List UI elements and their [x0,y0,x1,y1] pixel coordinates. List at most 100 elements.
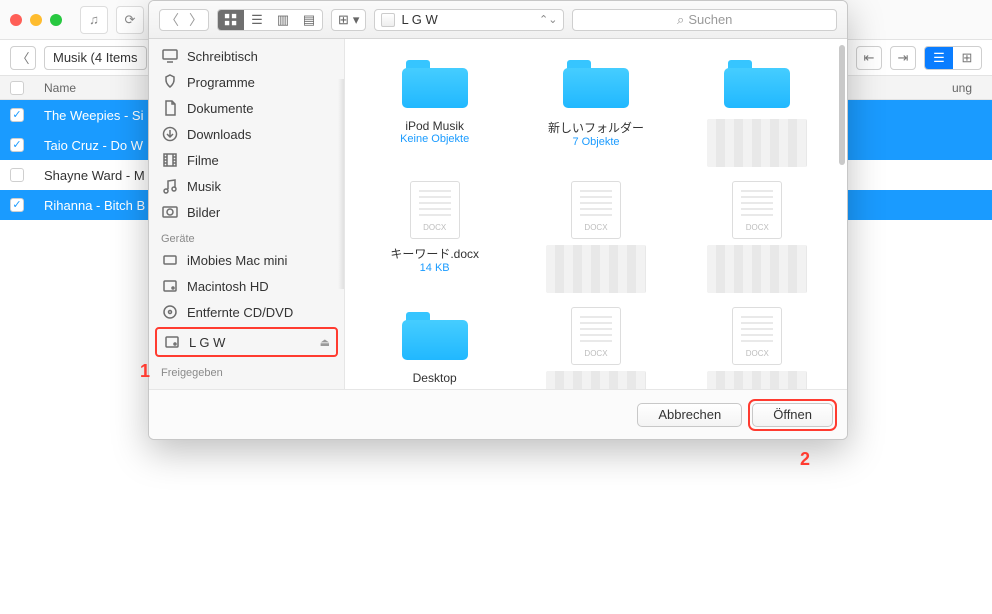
file-meta: 14 KB [365,262,505,274]
chevron-up-down-icon: ⌃⌄ [539,13,557,26]
file-item[interactable] [687,181,827,293]
breadcrumb-label: Musik (4 Items [53,50,138,65]
blurred-label [707,119,807,167]
blurred-label [546,371,646,389]
window-controls[interactable] [10,14,62,26]
file-item[interactable]: 新しいフォルダー7 Objekte [526,55,666,167]
path-dropdown[interactable]: L G W ⌃⌄ [374,9,564,31]
file-meta: Keine Objekte [365,133,505,145]
sidebar-item-label: Downloads [187,127,251,142]
eject-icon[interactable]: ⏏ [320,336,330,349]
annotation-2: 2 [800,450,810,468]
chevron-down-icon: ▾ [353,12,360,28]
icon-view-icon[interactable] [218,10,244,30]
dialog-footer: Abbrechen Öffnen [149,389,847,439]
view-mode-segment[interactable]: ☰ ⊞ [924,46,982,70]
path-label: L G W [401,12,437,27]
cancel-button[interactable]: Abbrechen [637,403,742,427]
scrollbar[interactable] [839,45,845,165]
row-checkbox[interactable] [10,198,24,212]
export-icon[interactable]: ⇥ [890,46,916,70]
search-icon: ⌕ [677,12,684,28]
sidebar-item-cd[interactable]: Entfernte CD/DVD [149,299,344,325]
file-item[interactable]: キーワード.docx14 KB [365,181,505,293]
docs-icon [161,99,179,117]
nav-back-icon[interactable]: 〈 [160,10,184,30]
sidebar-item-selected-device[interactable]: L G W⏏ [155,327,338,357]
header-checkbox[interactable] [0,81,34,95]
document-icon [571,307,621,365]
dialog-toolbar: 〈 〉 ☰ ▥ ▤ ⊞▾ L G W ⌃⌄ ⌕ Suchen [149,1,847,39]
document-icon [571,181,621,239]
sidebar-item-label: Filme [187,153,219,168]
row-checkbox[interactable] [10,138,24,152]
close-icon[interactable] [10,14,22,26]
file-item[interactable] [526,307,666,389]
folder-icon [402,312,468,360]
open-button[interactable]: Öffnen [752,403,833,427]
sidebar-item-label: Bilder [187,205,220,220]
file-item[interactable] [687,55,827,167]
download-icon [161,125,179,143]
sidebar-item-music[interactable]: Musik [149,173,344,199]
dialog-sidebar: SchreibtischProgrammeDokumente Downloads F… [149,39,345,389]
search-placeholder: Suchen [688,12,732,27]
apps-icon [161,73,179,91]
sidebar-item-hdd[interactable]: Macintosh HD [149,273,344,299]
sidebar-item-label: Entfernte CD/DVD [187,305,293,320]
zoom-icon[interactable] [50,14,62,26]
file-item[interactable] [687,307,827,389]
arrange-menu[interactable]: ⊞▾ [331,9,366,31]
photo-icon [161,203,179,221]
file-name: キーワード.docx [365,245,505,262]
hdd-icon [161,277,179,295]
list-view-icon[interactable]: ☰ [244,10,270,30]
disk-icon [381,13,395,27]
refresh-icon[interactable]: ⟳ [116,6,144,34]
search-input[interactable]: ⌕ Suchen [572,9,837,31]
document-icon [732,307,782,365]
file-name: Desktop [365,371,505,385]
sidebar-item-apps[interactable]: Programme [149,69,344,95]
sidebar-item-label: iMobies Mac mini [187,253,287,268]
sidebar-item-photo[interactable]: Bilder [149,199,344,225]
folder-icon [724,60,790,108]
music-note-icon[interactable]: ♫ [80,6,108,34]
sidebar-item-label: Macintosh HD [187,279,269,294]
sidebar-item-film[interactable]: Filme [149,147,344,173]
folder-icon [563,60,629,108]
sidebar-item-desktop[interactable]: Schreibtisch [149,43,344,69]
desktop-icon [161,47,179,65]
sidebar-item-docs[interactable]: Dokumente [149,95,344,121]
breadcrumb[interactable]: Musik (4 Items [44,46,147,70]
music-icon [161,177,179,195]
file-item[interactable]: iPod MusikKeine Objekte [365,55,505,167]
file-item[interactable]: Desktop [365,307,505,389]
sidebar-section-devices: Geräte [149,225,344,247]
sidebar-item-download[interactable]: Downloads [149,121,344,147]
nav-fwd-icon[interactable]: 〉 [184,10,208,30]
annotation-1: 1 [140,362,150,380]
cd-icon [161,303,179,321]
coverflow-view-icon[interactable]: ▤ [296,10,322,30]
list-view-icon[interactable]: ☰ [925,47,953,69]
blurred-label [707,371,807,389]
minimize-icon[interactable] [30,14,42,26]
column-view-icon[interactable]: ▥ [270,10,296,30]
nav-segment[interactable]: 〈 〉 [159,9,209,31]
back-button[interactable]: 〈 [10,46,36,70]
sidebar-item-label: Musik [187,179,221,194]
file-item[interactable] [526,181,666,293]
devhost-icon [161,251,179,269]
file-name: iPod Musik [365,119,505,133]
document-icon [732,181,782,239]
row-checkbox[interactable] [10,168,24,182]
row-checkbox[interactable] [10,108,24,122]
blurred-label [707,245,807,293]
import-icon[interactable]: ⇤ [856,46,882,70]
grid-view-icon[interactable]: ⊞ [953,47,981,69]
sidebar-section-shared: Freigegeben [149,359,344,381]
finder-view-segment[interactable]: ☰ ▥ ▤ [217,9,323,31]
dialog-content: iPod MusikKeine Objekte新しいフォルダー7 Objekte… [345,39,847,389]
sidebar-item-devhost[interactable]: iMobies Mac mini [149,247,344,273]
